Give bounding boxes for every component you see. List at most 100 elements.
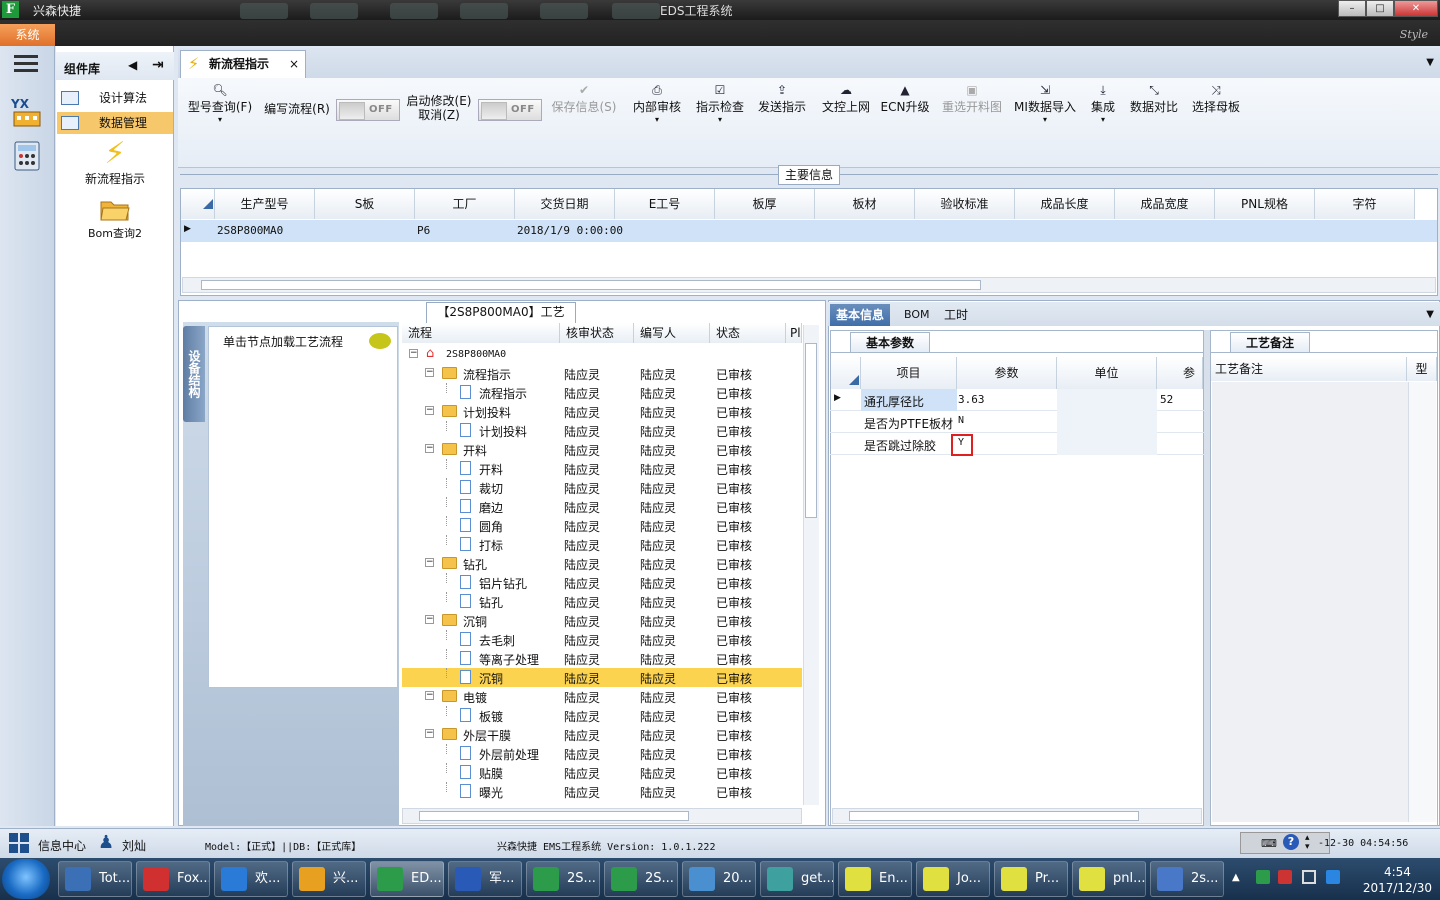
taskbar-button[interactable]: ED... — [370, 861, 444, 897]
write-flow-toggle[interactable]: OFF — [336, 99, 400, 121]
column-header[interactable]: 成品长度 — [1015, 189, 1115, 219]
model-query-button[interactable]: 🔍︎ 型号查询(F) ▾ — [185, 82, 255, 124]
tab-list-dropdown-icon[interactable]: ▼ — [1426, 57, 1434, 68]
cell-delivery-date[interactable]: 2018/1/9 0:00:00 — [517, 224, 623, 237]
column-header[interactable]: 型 — [1407, 357, 1437, 381]
column-header[interactable]: 参数 — [1157, 357, 1203, 389]
start-modify-toggle[interactable]: OFF — [478, 99, 542, 121]
tree-row[interactable]: − 外层干膜 陆应灵 陆应灵 已审核 — [402, 725, 802, 744]
save-info-button[interactable]: ✔ 保存信息(S) — [548, 82, 620, 115]
notes-body[interactable] — [1212, 382, 1408, 822]
column-header[interactable]: PNL规格 — [1215, 189, 1315, 219]
column-header[interactable]: 板厚 — [715, 189, 815, 219]
taskbar-button[interactable]: 欢... — [214, 861, 288, 897]
param-unit-cell[interactable] — [1057, 433, 1157, 455]
table-row[interactable] — [181, 220, 1437, 242]
select-mother-board-button[interactable]: ⤨ 选择母板 — [1188, 82, 1244, 115]
collapse-icon[interactable]: − — [425, 444, 434, 453]
collapse-icon[interactable]: − — [425, 691, 434, 700]
column-header[interactable]: 成品宽度 — [1115, 189, 1215, 219]
column-header[interactable]: E工号 — [615, 189, 715, 219]
taskbar-button[interactable]: Jo... — [916, 861, 990, 897]
tree-root-row[interactable]: − ⌂ 2S8P800MA0 — [402, 345, 802, 364]
taskbar-button[interactable]: get... — [760, 861, 834, 897]
tree-row[interactable]: − 计划投料 陆应灵 陆应灵 已审核 — [402, 402, 802, 421]
taskbar-button[interactable]: Fox... — [136, 861, 210, 897]
collapse-icon[interactable]: − — [425, 368, 434, 377]
taskbar-button[interactable]: 2S... — [604, 861, 678, 897]
component-item-design-algorithm[interactable]: 设计算法 — [57, 87, 173, 109]
start-button[interactable] — [2, 859, 50, 899]
tab-process-notes[interactable]: 工艺备注 — [1230, 332, 1310, 352]
tree-row[interactable]: 裁切 陆应灵 陆应灵 已审核 — [402, 478, 802, 497]
panel-menu-dropdown-icon[interactable]: ▼ — [1426, 309, 1434, 320]
column-header[interactable]: 交货日期 — [515, 189, 615, 219]
column-header[interactable]: 板材 — [815, 189, 915, 219]
send-instruction-button[interactable]: ⇪ 发送指示 — [755, 82, 809, 115]
tree-row[interactable]: 圆角 陆应灵 陆应灵 已审核 — [402, 516, 802, 535]
info-center-link[interactable]: 信息中心 — [38, 837, 86, 854]
horizontal-scrollbar[interactable] — [832, 808, 1202, 824]
close-button[interactable]: ✕ — [1394, 0, 1438, 17]
component-item-data-management[interactable]: 数据管理 — [57, 112, 173, 134]
tree-row[interactable]: − 钻孔 陆应灵 陆应灵 已审核 — [402, 554, 802, 573]
scrollbar-thumb[interactable] — [419, 811, 689, 821]
tray-app-icon[interactable] — [1278, 870, 1292, 884]
tree-row[interactable]: 曝光 陆应灵 陆应灵 已审核 — [402, 782, 802, 801]
hamburger-menu-icon[interactable] — [14, 55, 38, 73]
taskbar-button[interactable]: 20... — [682, 861, 756, 897]
taskbar-button[interactable]: 兴... — [292, 861, 366, 897]
param-row[interactable]: 是否为PTFE板材 N — [830, 411, 1204, 433]
cell-model[interactable]: 2S8P800MA0 — [217, 224, 283, 237]
collapse-icon[interactable]: − — [425, 558, 434, 567]
taskbar-button[interactable]: 2s... — [1150, 861, 1224, 897]
column-header[interactable]: Pl — [786, 323, 802, 343]
param-row[interactable]: ▶ 通孔厚径比 3.63 52 — [830, 389, 1204, 411]
tab-close-icon[interactable]: × — [289, 51, 299, 77]
tree-row[interactable]: 沉铜 陆应灵 陆应灵 已审核 — [402, 668, 802, 687]
collapse-left-icon[interactable]: ◀ — [128, 58, 137, 72]
tile-new-flow-instruction[interactable]: ⚡ 新流程指示 — [72, 138, 158, 187]
taskbar-clock[interactable]: 4:54 2017/12/30 — [1363, 864, 1432, 896]
data-compare-button[interactable]: ⤡ 数据对比 — [1126, 82, 1182, 115]
tray-app-icon[interactable] — [1326, 870, 1340, 884]
taskbar-button[interactable]: Pr... — [994, 861, 1068, 897]
mi-data-import-button[interactable]: ⇲ MI数据导入 ▾ — [1012, 82, 1078, 124]
vertical-scrollbar[interactable] — [803, 325, 819, 805]
grid-apps-icon[interactable] — [8, 832, 30, 854]
instruction-check-button[interactable]: ☑ 指示检查 ▾ — [693, 82, 747, 124]
write-flow-button[interactable]: 编写流程(R) — [262, 100, 332, 117]
collapse-icon[interactable]: − — [425, 406, 434, 415]
collapse-icon[interactable]: − — [425, 729, 434, 738]
horizontal-scrollbar[interactable] — [182, 277, 1436, 293]
column-header[interactable]: 字符 — [1315, 189, 1415, 219]
tree-row[interactable]: 流程指示 陆应灵 陆应灵 已审核 — [402, 383, 802, 402]
tree-row[interactable]: 铝片钻孔 陆应灵 陆应灵 已审核 — [402, 573, 802, 592]
help-icon[interactable]: ? — [1283, 834, 1299, 850]
tray-expand-icon[interactable]: ▲ — [1232, 872, 1240, 883]
column-header[interactable]: 工厂 — [415, 189, 515, 219]
scrollbar-thumb[interactable] — [201, 280, 981, 290]
scrollbar-thumb[interactable] — [805, 343, 817, 518]
keyboard-icon[interactable]: ⌨ — [1261, 837, 1277, 850]
tray-app-icon[interactable] — [1256, 870, 1270, 884]
tree-row[interactable]: 磨边 陆应灵 陆应灵 已审核 — [402, 497, 802, 516]
column-header[interactable]: 工艺备注 — [1211, 357, 1407, 381]
tab-new-flow-instruction[interactable]: ⚡ 新流程指示 × — [180, 50, 306, 78]
internal-review-button[interactable]: ⎙ 内部审核 ▾ — [630, 82, 684, 124]
load-flow-box[interactable]: 单击节点加载工艺流程 — [208, 326, 398, 688]
yx-factory-icon[interactable]: YX — [10, 96, 44, 128]
tree-row[interactable]: − 开料 陆应灵 陆应灵 已审核 — [402, 440, 802, 459]
maximize-button[interactable]: □ — [1366, 0, 1394, 17]
tree-row[interactable]: − 电镀 陆应灵 陆应灵 已审核 — [402, 687, 802, 706]
tree-row[interactable]: 等离子处理 陆应灵 陆应灵 已审核 — [402, 649, 802, 668]
column-header[interactable]: 生产型号 — [215, 189, 315, 219]
tree-row[interactable]: 板镀 陆应灵 陆应灵 已审核 — [402, 706, 802, 725]
minimize-button[interactable]: – — [1338, 0, 1366, 17]
integrate-button[interactable]: ⤓ 集成 ▾ — [1086, 82, 1120, 124]
param-unit-cell[interactable] — [1057, 389, 1157, 411]
tab-work-hours[interactable]: 工时 — [938, 304, 974, 326]
scrollbar-thumb[interactable] — [849, 811, 1139, 821]
column-header[interactable]: S板 — [315, 189, 415, 219]
taskbar-button[interactable]: 2S... — [526, 861, 600, 897]
